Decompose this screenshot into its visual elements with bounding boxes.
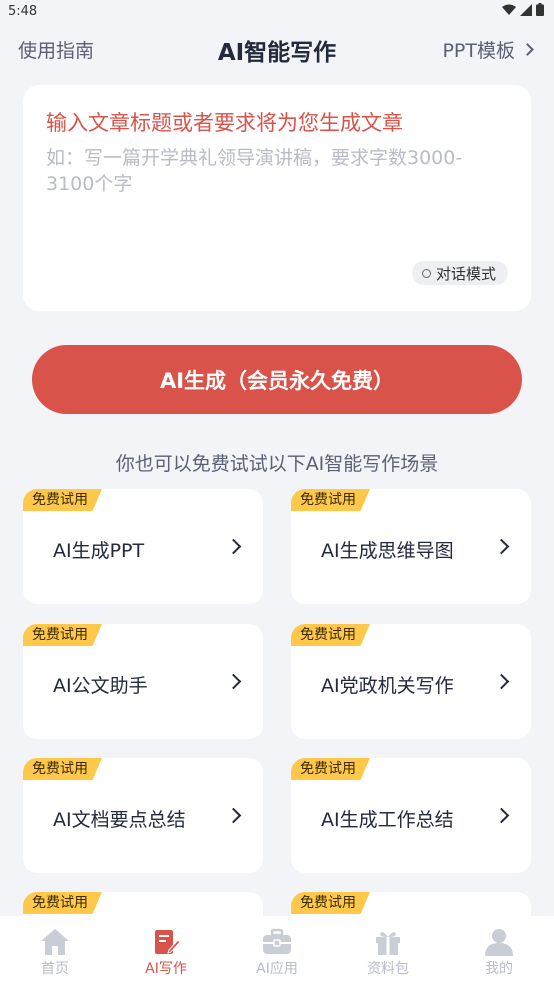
tab-label: AI写作 [145,961,187,977]
free-trial-badge: 免费试用 [291,489,370,511]
radio-icon [421,268,431,278]
tab-label: 我的 [485,961,513,977]
article-input-field[interactable]: 如：写一篇开学典礼领导演讲稿，要求字数3000-3100个字 [46,145,496,197]
wifi-icon [502,4,516,20]
guide-link[interactable]: 使用指南 [18,36,94,63]
gift-icon [373,928,403,956]
article-input-card[interactable]: 输入文章标题或者要求将为您生成文章 如：写一篇开学典礼领导演讲稿，要求字数300… [23,85,531,311]
ppt-template-link[interactable]: PPT模板 [442,36,534,63]
tab-materials[interactable]: 资料包 [333,916,443,985]
free-trial-badge: 免费试用 [23,624,102,646]
input-prompt: 输入文章标题或者要求将为您生成文章 [46,111,403,135]
scene-card-mindmap[interactable]: 免费试用 AI生成思维导图 [291,489,531,604]
home-icon [40,928,70,956]
dialog-mode-label: 对话模式 [435,264,496,283]
free-trial-badge: 免费试用 [291,624,370,646]
nav-bar: 使用指南 AI智能写作 PPT模板 [0,28,554,70]
signal-icon [520,3,532,20]
scenes-subtitle: 你也可以免费试试以下AI智能写作场景 [115,453,439,475]
chevron-right-icon [225,538,242,555]
user-icon [484,928,514,956]
scene-card-doc-summary[interactable]: 免费试用 AI文档要点总结 [23,758,263,873]
write-icon [151,928,181,956]
scene-card-official-doc[interactable]: 免费试用 AI公文助手 [23,624,263,739]
status-icons [502,3,544,20]
chevron-right-icon [493,538,510,555]
free-trial-badge: 免费试用 [291,892,370,914]
tab-label: 资料包 [367,961,409,977]
toolbox-icon [262,928,292,956]
chevron-right-icon [225,807,242,824]
ppt-template-label: PPT模板 [442,40,515,62]
tab-home[interactable]: 首页 [0,916,110,985]
status-bar: 5:48 [0,0,554,24]
scene-card-party-gov[interactable]: 免费试用 AI党政机关写作 [291,624,531,739]
battery-icon [536,3,544,20]
dialog-mode-toggle[interactable]: 对话模式 [411,261,508,285]
scene-label: AI生成工作总结 [321,809,454,831]
scene-label: AI党政机关写作 [321,675,454,697]
free-trial-badge: 免费试用 [23,892,102,914]
tab-label: AI应用 [256,961,298,977]
scene-card-work-summary[interactable]: 免费试用 AI生成工作总结 [291,758,531,873]
scene-card-ppt[interactable]: 免费试用 AI生成PPT [23,489,263,604]
free-trial-badge: 免费试用 [23,489,102,511]
free-trial-badge: 免费试用 [291,758,370,780]
tab-label: 首页 [41,961,69,977]
bottom-tab-bar: 首页 AI写作 AI应用 资料包 我的 [0,916,554,985]
scene-label: AI公文助手 [53,675,148,697]
scene-label: AI生成思维导图 [321,540,454,562]
tab-ai-apps[interactable]: AI应用 [222,916,332,985]
status-time: 5:48 [8,4,38,19]
chevron-right-icon [225,673,242,690]
scene-label: AI生成PPT [53,540,145,562]
tab-profile[interactable]: 我的 [444,916,554,985]
chevron-right-icon [521,43,534,56]
tab-ai-write[interactable]: AI写作 [111,916,221,985]
generate-button[interactable]: AI生成（会员永久免费） [32,345,522,414]
free-trial-badge: 免费试用 [23,758,102,780]
chevron-right-icon [493,673,510,690]
chevron-right-icon [493,807,510,824]
scene-label: AI文档要点总结 [53,809,186,831]
